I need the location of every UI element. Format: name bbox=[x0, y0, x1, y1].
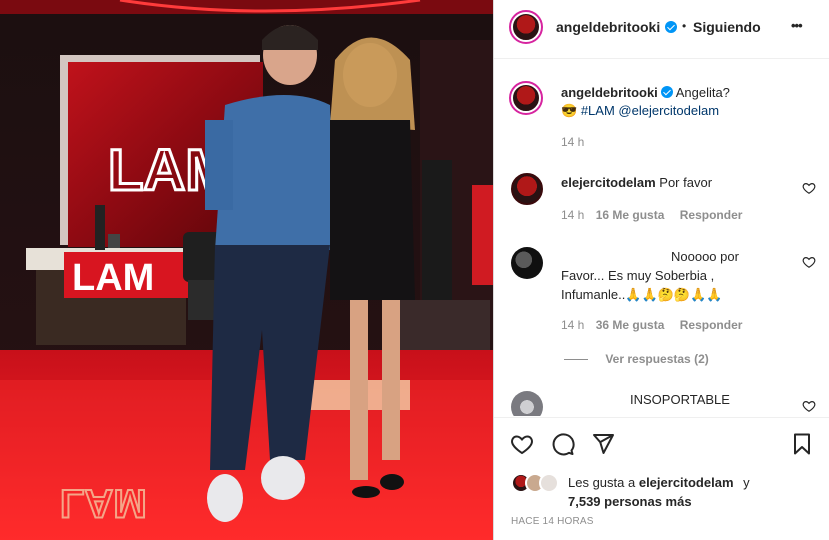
comments-section: angeldebritooki Angelita? 😎 #LAM @elejer… bbox=[494, 59, 829, 416]
comment-avatar[interactable] bbox=[511, 391, 543, 416]
like-heart-icon[interactable] bbox=[510, 432, 534, 456]
post-timestamp[interactable]: HACE 14 HORAS bbox=[511, 516, 594, 527]
comment-time[interactable]: 14 h bbox=[561, 318, 584, 332]
comment-meta: 14 h 36 Me gusta Responder bbox=[561, 318, 742, 332]
studio-photo-illustration: LAM LAM LAM bbox=[0, 0, 493, 540]
comment-likes[interactable]: 16 Me gusta bbox=[596, 208, 665, 222]
comment-line-2: Favor... Es muy Soberbia , bbox=[561, 268, 715, 283]
comment-line-1: Nooooo por bbox=[671, 249, 739, 264]
caption-avatar[interactable] bbox=[509, 81, 543, 115]
comment-time[interactable]: 14 h bbox=[561, 208, 584, 222]
share-send-icon[interactable] bbox=[591, 432, 615, 456]
sunglasses-emoji: 😎 bbox=[561, 103, 578, 118]
comment-text: INSOPORTABLE bbox=[630, 392, 730, 407]
comment-username[interactable]: elejercitodelam bbox=[561, 175, 656, 190]
like-comment-heart-icon[interactable] bbox=[802, 399, 816, 413]
lam-sign-desk: LAM bbox=[72, 257, 154, 299]
hashtag-link[interactable]: #LAM bbox=[581, 103, 615, 118]
comment-likes[interactable]: 36 Me gusta bbox=[596, 318, 665, 332]
mention-link[interactable]: @elejercitodelam bbox=[618, 103, 719, 118]
caption-time[interactable]: 14 h bbox=[561, 135, 584, 149]
reply-button[interactable]: Responder bbox=[680, 318, 743, 332]
like-comment-heart-icon[interactable] bbox=[802, 181, 816, 195]
caption-username[interactable]: angeldebritooki bbox=[561, 85, 658, 100]
comment-line-3: Infumanle..🙏🙏🤔🤔🙏🙏 bbox=[561, 287, 723, 302]
liker-avatar bbox=[539, 473, 559, 493]
liked-by-avatars[interactable] bbox=[511, 473, 563, 495]
likes-prefix: Les gusta a bbox=[568, 475, 636, 490]
comment-meta: 14 h 16 Me gusta Responder bbox=[561, 208, 742, 222]
post-header: angeldebritooki • Siguiendo ••• bbox=[494, 0, 829, 58]
view-replies-label: Ver respuestas (2) bbox=[605, 352, 709, 366]
likes-count-link[interactable]: 7,539 personas más bbox=[568, 494, 692, 509]
verified-badge-icon bbox=[660, 86, 673, 98]
likes-suffix: y bbox=[743, 475, 750, 490]
post-side-panel: angeldebritooki • Siguiendo ••• angeldeb… bbox=[493, 0, 829, 540]
reply-button[interactable]: Responder bbox=[680, 208, 743, 222]
caption-text: angeldebritooki Angelita? 😎 #LAM @elejer… bbox=[561, 84, 811, 120]
comment-bubble-icon[interactable] bbox=[551, 432, 575, 456]
post-photo[interactable]: LAM LAM LAM bbox=[0, 0, 493, 540]
comment-message: INSOPORTABLE bbox=[630, 392, 730, 407]
more-options-icon[interactable]: ••• bbox=[791, 18, 803, 33]
replies-line bbox=[564, 359, 588, 361]
author-avatar[interactable] bbox=[509, 10, 543, 44]
save-bookmark-icon[interactable] bbox=[790, 432, 814, 456]
verified-badge-icon bbox=[665, 21, 677, 33]
comment-text: Nooooo por Favor... Es muy Soberbia , In… bbox=[561, 247, 791, 304]
likes-user-link[interactable]: elejercitodelam bbox=[639, 475, 734, 490]
like-comment-heart-icon[interactable] bbox=[802, 255, 816, 269]
comment-message: Por favor bbox=[659, 175, 713, 190]
view-replies-button[interactable]: Ver respuestas (2) bbox=[564, 352, 709, 366]
lam-sign-floor: LAM bbox=[60, 481, 147, 525]
following-button[interactable]: Siguiendo bbox=[693, 19, 761, 35]
caption-message: Angelita? bbox=[675, 85, 730, 100]
author-username[interactable]: angeldebritooki bbox=[556, 19, 660, 35]
separator-dot: • bbox=[682, 19, 687, 33]
comment-avatar[interactable] bbox=[511, 173, 543, 205]
likes-summary: Les gusta a elejercitodelam y 7,539 pers… bbox=[568, 473, 818, 511]
actions-divider bbox=[494, 417, 829, 418]
comment-avatar[interactable] bbox=[511, 247, 543, 279]
comment-message: Nooooo por Favor... Es muy Soberbia , In… bbox=[561, 247, 791, 304]
comment-text: elejercitodelam Por favor bbox=[561, 175, 712, 190]
